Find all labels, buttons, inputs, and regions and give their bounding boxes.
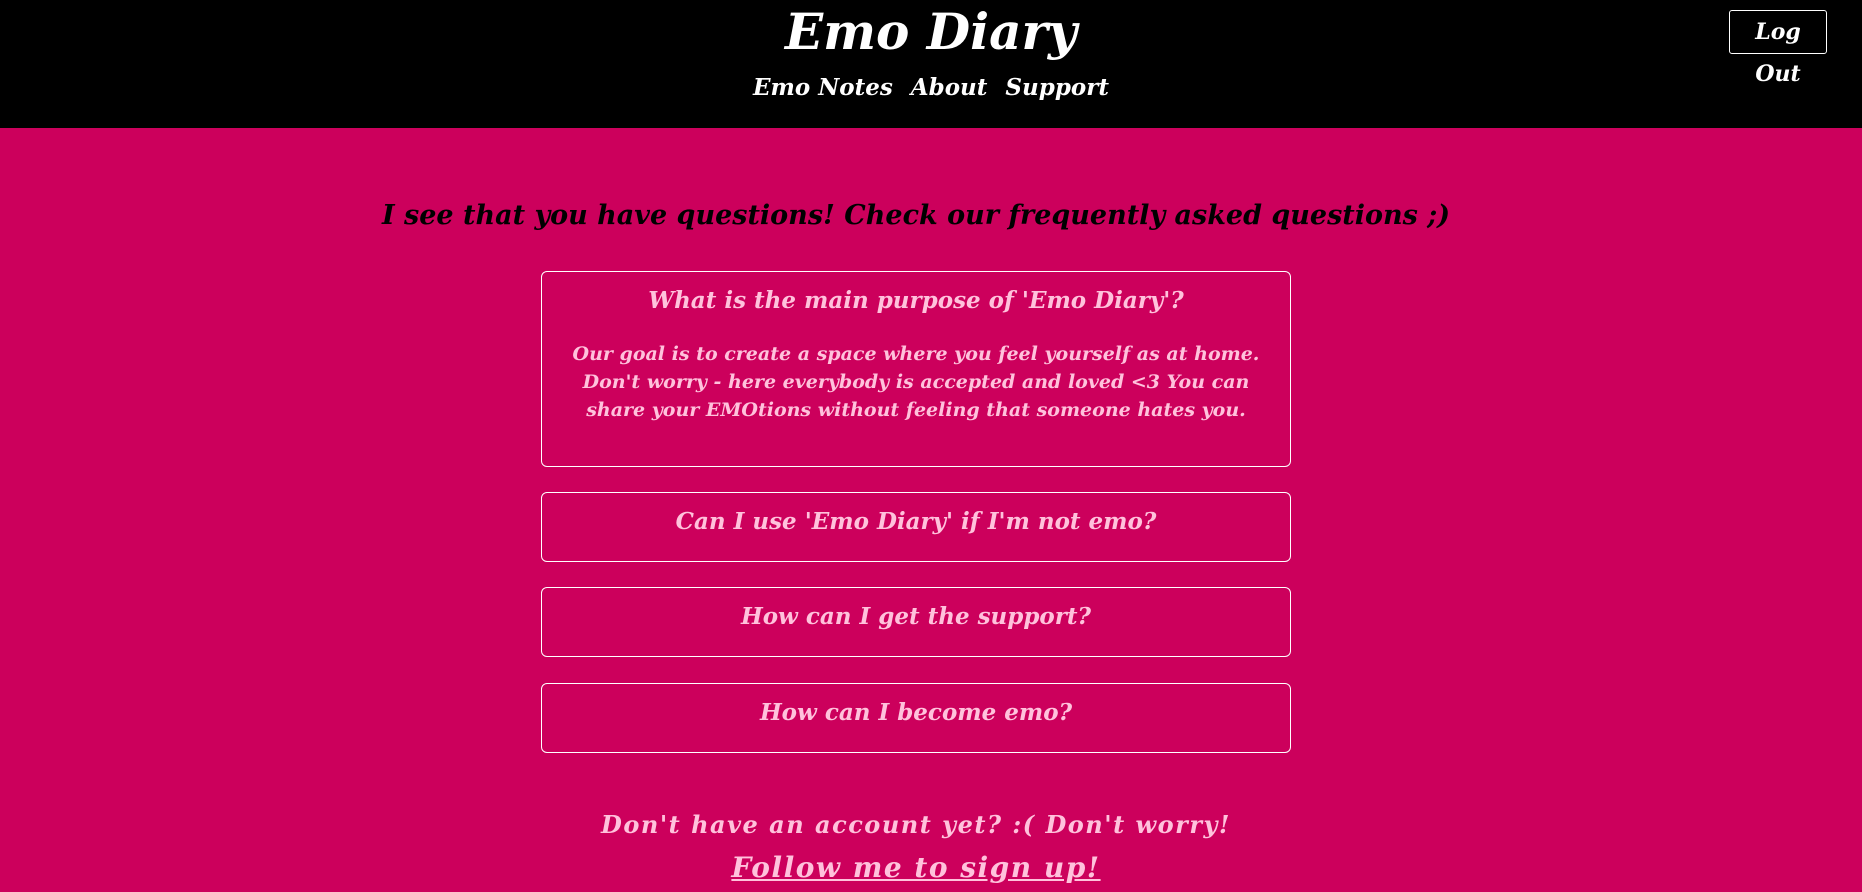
faq-question[interactable]: How can I become emo? — [542, 684, 1290, 730]
faq-item-main-purpose[interactable]: What is the main purpose of 'Emo Diary'?… — [541, 271, 1291, 467]
main-nav: Emo Notes About Support — [0, 70, 1862, 106]
faq-heading: I see that you have questions! Check our… — [381, 200, 1450, 231]
faq-question[interactable]: What is the main purpose of 'Emo Diary'? — [542, 272, 1290, 318]
faq-question[interactable]: How can I get the support? — [542, 588, 1290, 634]
logout-button[interactable]: Log Out — [1729, 10, 1827, 87]
nav-link-about[interactable]: About — [911, 70, 988, 106]
faq-item-become-emo[interactable]: How can I become emo? — [541, 683, 1291, 753]
faq-question[interactable]: Can I use 'Emo Diary' if I'm not emo? — [542, 493, 1290, 539]
signup-link[interactable]: Follow me to sign up! — [0, 848, 1832, 888]
nav-link-emo-notes[interactable]: Emo Notes — [753, 70, 893, 106]
faq-item-not-emo[interactable]: Can I use 'Emo Diary' if I'm not emo? — [541, 492, 1291, 562]
site-title[interactable]: Emo Diary — [0, 4, 1862, 60]
faq-item-get-support[interactable]: How can I get the support? — [541, 587, 1291, 657]
site-header: Emo Diary Emo Notes About Support Log Ou… — [0, 0, 1862, 128]
signup-prompt: Don't have an account yet? :( Don't worr… — [601, 810, 1231, 839]
faq-answer: Our goal is to create a space where you … — [572, 343, 1260, 421]
nav-link-support[interactable]: Support — [1005, 70, 1109, 106]
